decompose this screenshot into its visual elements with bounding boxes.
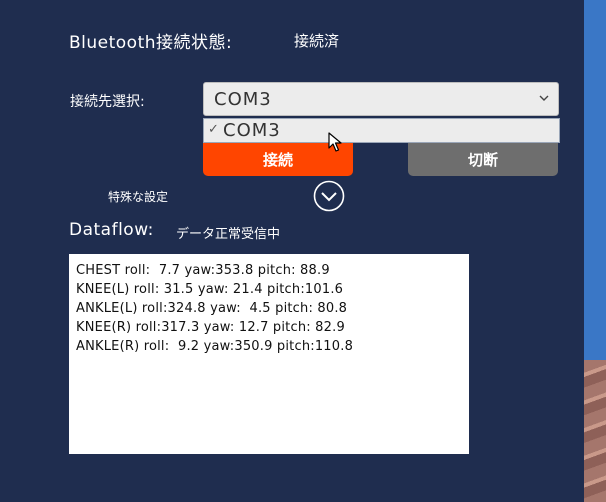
chevron-down-icon [539, 95, 549, 101]
data-line-ankle-left: ANKLE(L) roll:324.8 yaw: 4.5 pitch: 80.8 [76, 301, 348, 316]
data-line-knee-right: KNEE(R) roll:317.3 yaw: 12.7 pitch: 82.9 [76, 320, 345, 335]
dataflow-status: データ正常受信中 [176, 227, 281, 242]
mouse-pointer-icon [328, 132, 342, 152]
port-select-value: COM3 [214, 89, 272, 110]
data-line-knee-left: KNEE(L) roll: 31.5 yaw: 21.4 pitch:101.6 [76, 282, 344, 297]
dataflow-label: Dataflow: [69, 220, 154, 240]
dataflow-output-panel: CHEST roll: 7.7 yaw:353.8 pitch: 88.9 KN… [69, 254, 469, 454]
special-settings-label: 特殊な設定 [108, 190, 169, 204]
disconnect-button[interactable]: 切断 [408, 143, 558, 176]
data-line-chest: CHEST roll: 7.7 yaw:353.8 pitch: 88.9 [76, 263, 330, 278]
background-terrain [584, 360, 606, 502]
checkmark-icon: ✓ [208, 122, 219, 137]
bluetooth-status-label: Bluetooth接続状態: [69, 33, 233, 53]
dropdown-option-label: COM3 [223, 120, 281, 141]
data-line-ankle-right: ANKLE(R) roll: 9.2 yaw:350.9 pitch:110.8 [76, 339, 354, 354]
connection-target-label: 接続先選択: [70, 94, 145, 110]
circle-chevron-down-icon[interactable] [313, 180, 345, 212]
dropdown-option-com3[interactable]: ✓ COM3 [203, 118, 560, 143]
bluetooth-status-value: 接続済 [294, 32, 340, 50]
port-select-dropdown[interactable]: COM3 [203, 82, 559, 116]
